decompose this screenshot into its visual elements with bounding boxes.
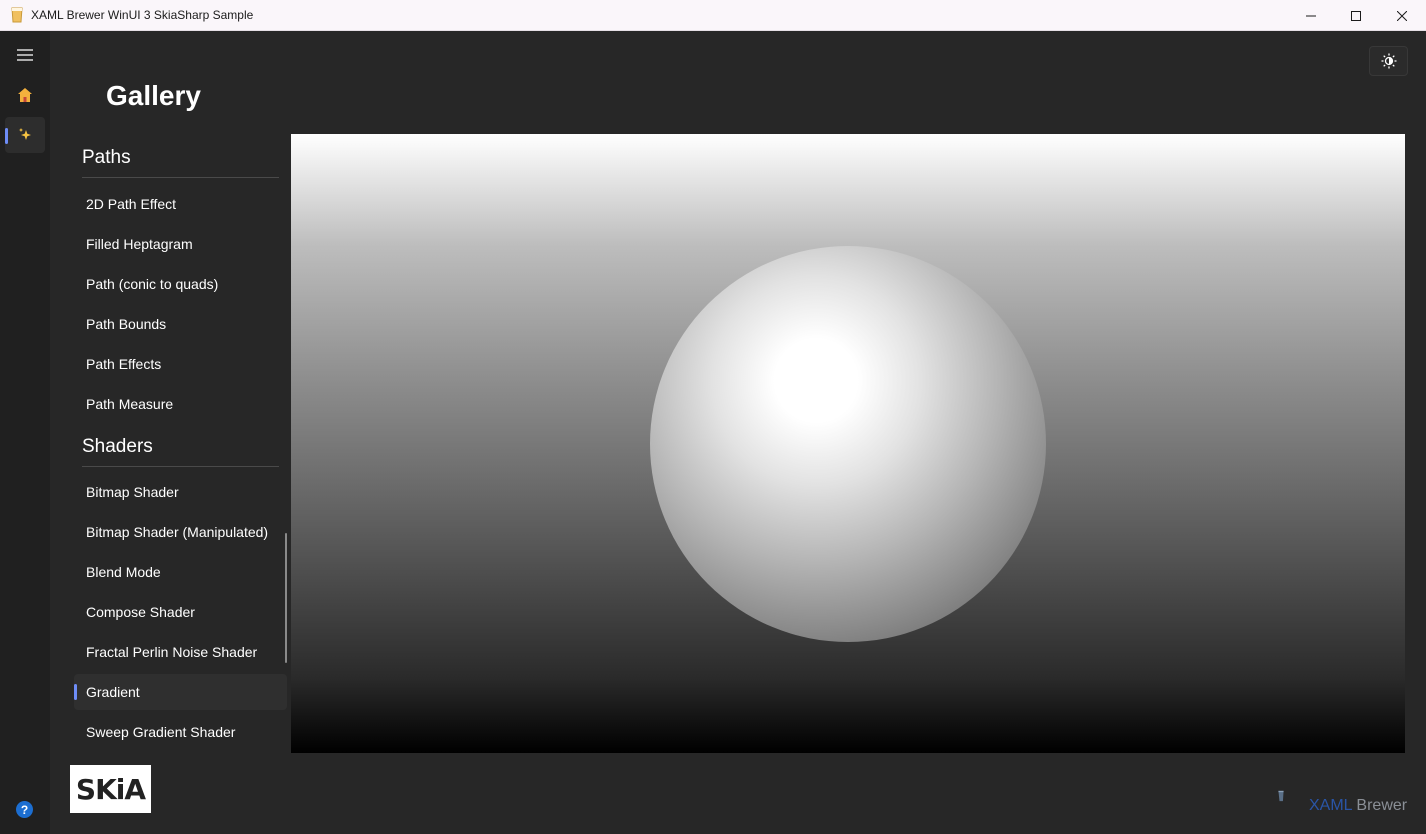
hamburger-menu-button[interactable] <box>5 37 45 73</box>
sample-list: Paths 2D Path Effect Filled Heptagram Pa… <box>50 134 290 754</box>
close-button[interactable] <box>1379 0 1425 31</box>
list-item-label: Path Bounds <box>86 316 167 332</box>
divider <box>82 177 279 178</box>
nav-item-gallery[interactable] <box>5 117 45 153</box>
list-item-label: Compose Shader <box>86 604 195 620</box>
list-item-label: Fractal Perlin Noise Shader <box>86 644 258 660</box>
list-item[interactable]: Sweep Gradient Shader <box>74 714 287 750</box>
list-item[interactable]: Filled Heptagram <box>74 226 287 262</box>
app-icon <box>11 7 23 23</box>
list-item-label: Path (conic to quads) <box>86 276 219 292</box>
list-item-label: Filled Heptagram <box>86 236 193 252</box>
list-item[interactable]: Path Bounds <box>74 306 287 342</box>
list-item-label: Gradient <box>86 684 140 700</box>
skia-logo-text: SKiA <box>75 772 146 806</box>
window-title: XAML Brewer WinUI 3 SkiaSharp Sample <box>31 8 254 22</box>
help-icon: ? <box>20 802 29 817</box>
list-item-selected[interactable]: Gradient <box>74 674 287 710</box>
list-item-label: Bitmap Shader (Manipulated) <box>86 524 269 540</box>
minimize-icon <box>1306 15 1316 16</box>
list-item[interactable]: 2D Path Effect <box>74 186 287 222</box>
skia-canvas <box>291 134 1405 753</box>
navigation-rail: ? <box>0 31 50 834</box>
divider <box>82 466 279 467</box>
brand-brewer: Brewer <box>1351 797 1408 814</box>
nav-selection-indicator <box>5 128 8 144</box>
group-header-shaders: Shaders <box>82 436 153 457</box>
minimize-button[interactable] <box>1288 0 1334 31</box>
nav-item-home[interactable] <box>5 77 45 113</box>
list-item-label: Bitmap Shader <box>86 484 179 500</box>
sparkle-icon <box>19 128 31 140</box>
list-item[interactable]: Bitmap Shader (Manipulated) <box>74 514 287 550</box>
list-item-label: Path Effects <box>86 356 162 372</box>
list-item-label: 2D Path Effect <box>86 196 177 212</box>
theme-toggle-button[interactable] <box>1369 46 1408 76</box>
list-item[interactable]: Blend Mode <box>74 554 287 590</box>
group-header-paths: Paths <box>82 147 131 168</box>
list-item-label: Blend Mode <box>86 564 161 580</box>
maximize-button[interactable] <box>1333 0 1379 31</box>
brand-xaml: XAML <box>1309 797 1352 814</box>
xaml-brewer-wordmark: XAML Brewer <box>1309 797 1407 815</box>
title-bar: XAML Brewer WinUI 3 SkiaSharp Sample <box>0 0 1426 31</box>
list-item[interactable]: Path (conic to quads) <box>74 266 287 302</box>
list-scrollbar[interactable] <box>285 533 287 663</box>
list-item[interactable]: Compose Shader <box>74 594 287 630</box>
hamburger-menu-icon <box>17 49 33 61</box>
xaml-brewer-logo <box>1278 790 1284 802</box>
home-icon <box>18 88 32 102</box>
list-item[interactable]: Path Measure <box>74 386 287 422</box>
theme-toggle-icon <box>1381 53 1396 69</box>
maximize-icon <box>1351 10 1361 21</box>
list-item-label: Sweep Gradient Shader <box>86 724 236 740</box>
list-item[interactable]: Path Effects <box>74 346 287 382</box>
close-icon <box>1397 10 1407 21</box>
page-title: Gallery <box>106 80 201 111</box>
skia-logo: SKiA <box>70 765 151 813</box>
help-button[interactable]: ? <box>16 801 33 818</box>
list-item[interactable]: Bitmap Shader <box>74 474 287 510</box>
list-item-label: Path Measure <box>86 396 174 412</box>
gradient-sphere <box>650 246 1046 642</box>
list-item[interactable]: Fractal Perlin Noise Shader <box>74 634 287 670</box>
